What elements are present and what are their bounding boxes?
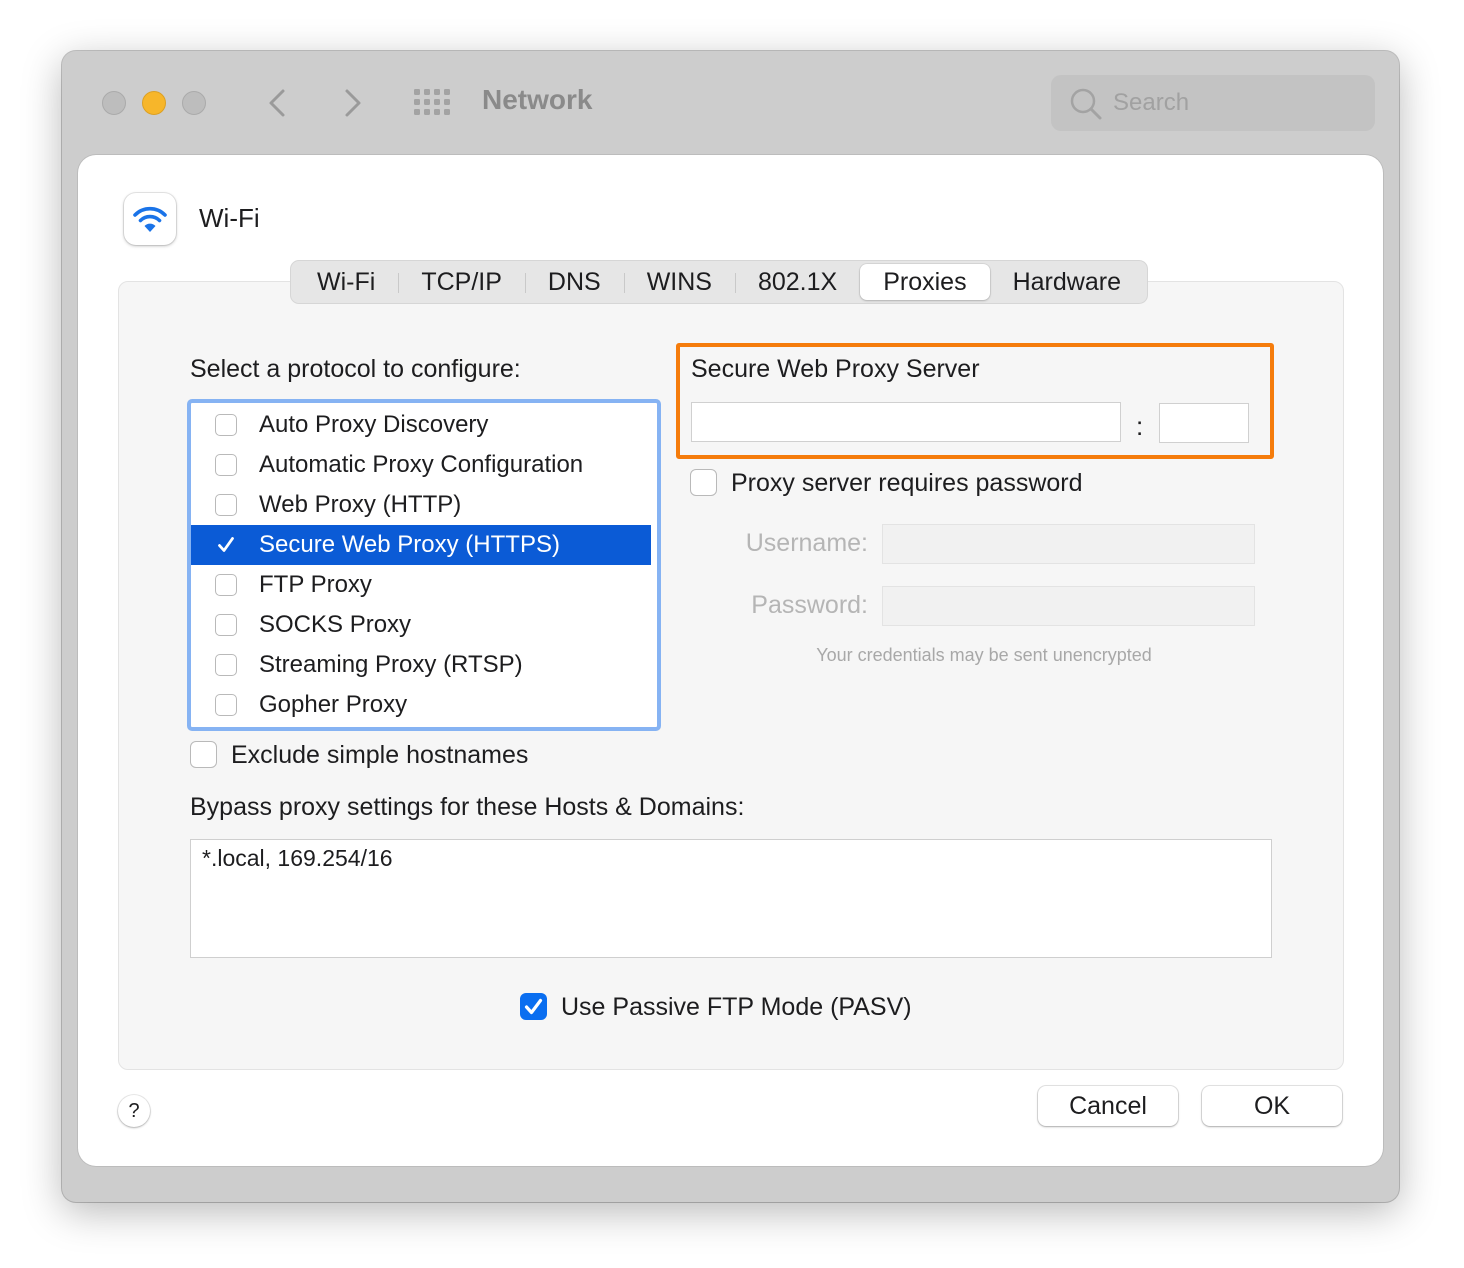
protocol-item[interactable]: Secure Web Proxy (HTTPS) (191, 525, 651, 565)
tab-tcp-ip[interactable]: TCP/IP (398, 264, 525, 300)
protocol-checkbox[interactable] (215, 654, 237, 676)
tab-802-1x[interactable]: 802.1X (734, 264, 860, 300)
grid-dot (444, 109, 450, 115)
chevron-left-icon (269, 89, 285, 117)
exclude-simple-hostnames-label: Exclude simple hostnames (231, 741, 529, 769)
protocol-checkbox[interactable] (215, 534, 237, 556)
username-label: Username: (745, 529, 868, 557)
help-button[interactable]: ? (118, 1095, 150, 1127)
search-placeholder: Search (1113, 89, 1190, 116)
protocol-label: Secure Web Proxy (HTTPS) (259, 531, 560, 558)
tab-wi-fi[interactable]: Wi-Fi (294, 264, 398, 300)
exclude-simple-hostnames-checkbox[interactable] (190, 741, 217, 768)
protocol-label: FTP Proxy (259, 571, 372, 598)
forward-button[interactable] (334, 85, 370, 121)
protocol-checkbox[interactable] (215, 454, 237, 476)
interface-name: Wi-Fi (199, 203, 260, 233)
grid-icon (414, 89, 450, 115)
tab-hardware[interactable]: Hardware (990, 264, 1144, 300)
protocol-label: Gopher Proxy (259, 691, 408, 718)
grid-dot (424, 109, 430, 115)
grid-dot (444, 89, 450, 95)
password-label: Password: (751, 591, 868, 619)
checkmark-icon (524, 998, 543, 1015)
protocol-checkbox[interactable] (215, 614, 237, 636)
close-window-button[interactable] (102, 91, 126, 115)
wifi-badge (124, 193, 176, 245)
tab-bar: Wi-Fi TCP/IP DNS WINS 802.1X Proxies Hardware (290, 260, 1148, 304)
protocol-label: Web Proxy (HTTP) (259, 491, 462, 518)
grid-dot (414, 89, 420, 95)
checkmark-icon (218, 537, 234, 552)
passive-ftp-checkbox[interactable] (520, 993, 547, 1020)
search-icon (1070, 88, 1102, 120)
wifi-icon (133, 206, 167, 232)
window-title: Network (482, 84, 593, 115)
proxy-port-input[interactable] (1159, 403, 1249, 443)
protocol-label: SOCKS Proxy (259, 611, 412, 638)
grid-dot (414, 109, 420, 115)
protocol-checkbox[interactable] (215, 694, 237, 716)
grid-dot (434, 99, 440, 105)
protocol-label: Auto Proxy Discovery (259, 411, 489, 438)
grid-dot (424, 99, 430, 105)
grid-dot (444, 99, 450, 105)
protocol-item[interactable]: SOCKS Proxy (191, 605, 651, 645)
requires-password-label: Proxy server requires password (731, 469, 1083, 497)
protocol-checkbox[interactable] (215, 414, 237, 436)
grid-dot (424, 89, 430, 95)
chevron-right-icon (345, 89, 361, 117)
tab-wins[interactable]: WINS (623, 264, 735, 300)
grid-dot (434, 89, 440, 95)
bypass-hosts-textarea[interactable]: *.local, 169.254/16 (190, 839, 1272, 958)
tab-proxies[interactable]: Proxies (860, 264, 990, 300)
grid-dot (414, 99, 420, 105)
back-button[interactable] (260, 85, 296, 121)
proxy-host-input[interactable] (691, 402, 1121, 442)
passive-ftp-label: Use Passive FTP Mode (PASV) (561, 993, 912, 1021)
protocol-item[interactable]: Automatic Proxy Configuration (191, 445, 651, 485)
minimize-window-button[interactable] (142, 91, 166, 115)
proxy-settings-sheet: Wi-Fi Wi-Fi TCP/IP DNS WINS 802.1X Proxies Har… (78, 155, 1383, 1166)
protocol-item[interactable]: Web Proxy (HTTP) (191, 485, 651, 525)
credentials-hint: Your credentials may be sent unencrypted (816, 645, 1152, 665)
title-bar: Network Search (62, 51, 1399, 155)
requires-password-checkbox[interactable] (690, 469, 717, 496)
show-all-button[interactable] (412, 87, 452, 119)
cancel-button[interactable]: Cancel (1038, 1086, 1178, 1126)
protocol-label: Streaming Proxy (RTSP) (259, 651, 523, 678)
ok-button[interactable]: OK (1202, 1086, 1342, 1126)
tab-dns[interactable]: DNS (524, 264, 624, 300)
protocol-checkbox[interactable] (215, 494, 237, 516)
password-input[interactable] (882, 586, 1255, 626)
search-field[interactable]: Search (1051, 75, 1375, 131)
protocol-checkbox[interactable] (215, 574, 237, 596)
protocol-item[interactable]: Gopher Proxy (191, 685, 651, 725)
bypass-label: Bypass proxy settings for these Hosts & … (190, 793, 745, 821)
protocol-item[interactable]: Streaming Proxy (RTSP) (191, 645, 651, 685)
protocol-list[interactable]: Auto Proxy Discovery Automatic Proxy Conf… (187, 399, 661, 731)
protocol-label: Automatic Proxy Configuration (259, 451, 584, 478)
protocol-list-label: Select a protocol to configure: (190, 355, 521, 383)
username-input[interactable] (882, 524, 1255, 564)
network-window: Network Search Wi-Fi Wi-Fi TCP/IP DNS WINS 8… (62, 51, 1399, 1202)
zoom-window-button[interactable] (182, 91, 206, 115)
protocol-item[interactable]: Auto Proxy Discovery (191, 405, 651, 445)
protocol-item[interactable]: FTP Proxy (191, 565, 651, 605)
host-port-separator: : (1136, 411, 1144, 441)
bypass-hosts-value: *.local, 169.254/16 (202, 845, 393, 871)
grid-dot (434, 109, 440, 115)
